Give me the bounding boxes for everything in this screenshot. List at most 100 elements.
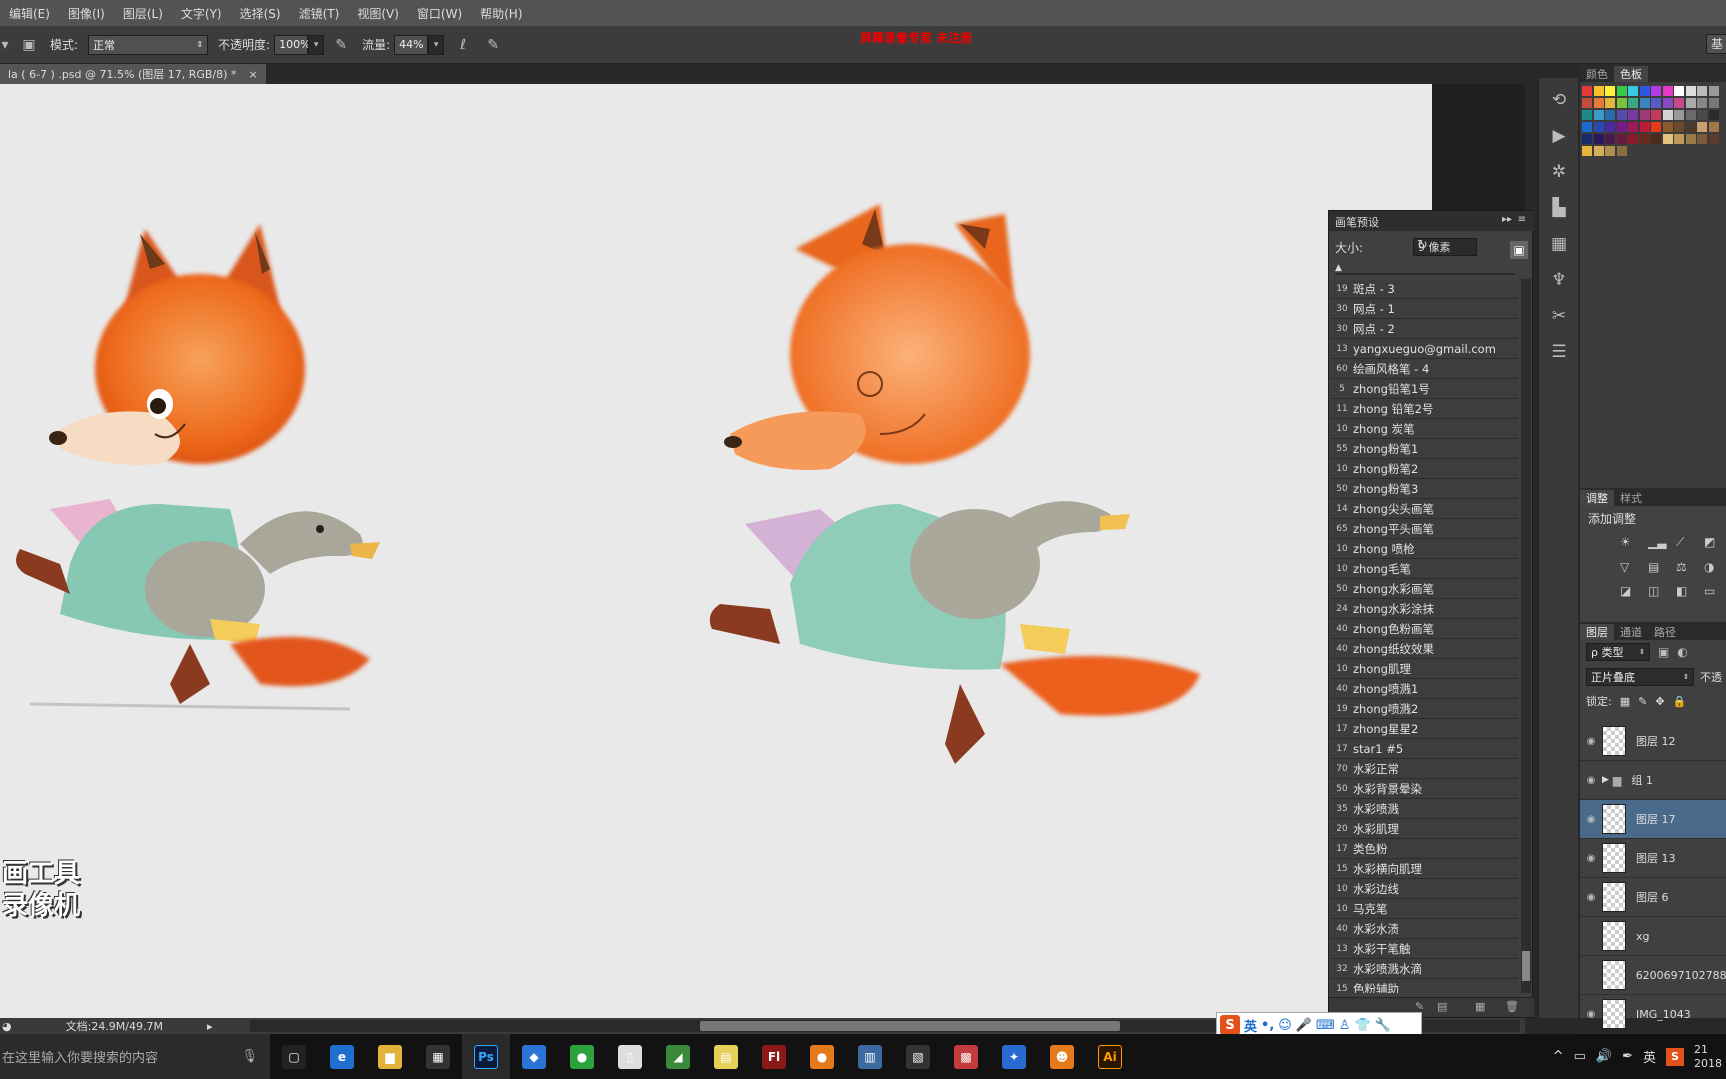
taskbar-app[interactable]: Ai xyxy=(1086,1034,1134,1079)
ime-toolbox-icon[interactable]: ♙ xyxy=(1339,1018,1351,1033)
document-tab[interactable]: la ( 6-7 ) .psd @ 71.5% (图层 17, RGB/8) *… xyxy=(0,64,266,84)
taskbar-app[interactable]: Ps xyxy=(462,1034,510,1079)
brush-preset-item[interactable]: 40 水彩水渍 xyxy=(1331,919,1519,939)
voice-input-icon[interactable]: 🎤 xyxy=(1296,1018,1312,1033)
color-swatch[interactable] xyxy=(1685,98,1696,108)
levels-icon[interactable]: ▁▃ xyxy=(1648,535,1672,550)
layer-row[interactable]: ◉ ▶ ▆ 组 1 xyxy=(1580,761,1726,800)
skin-icon[interactable]: 👕 xyxy=(1354,1018,1370,1033)
color-swatch[interactable] xyxy=(1605,122,1615,132)
brush-preset-item[interactable]: 40 zhong喷溅1 xyxy=(1331,679,1519,699)
flow-dropdown-icon[interactable]: ▾ xyxy=(428,34,445,55)
tab-paths[interactable]: 路径 xyxy=(1648,624,1682,640)
zoom-icon[interactable]: ◕ xyxy=(2,1020,12,1033)
brush-preset-item[interactable]: 40 zhong色粉画笔 xyxy=(1331,619,1519,639)
brush-preset-item[interactable]: 10 zhong肌理 xyxy=(1331,659,1519,679)
blend-mode-select[interactable]: 正常 ⇕ xyxy=(88,34,209,55)
brush-preset-item[interactable]: 17 类色粉 xyxy=(1331,839,1519,859)
taskbar-app[interactable]: ● xyxy=(558,1034,606,1079)
color-swatch[interactable] xyxy=(1582,110,1592,120)
color-swatch[interactable] xyxy=(1697,134,1707,144)
color-swatch[interactable] xyxy=(1674,110,1684,120)
brush-preset-item[interactable]: 10 水彩边线 xyxy=(1331,879,1519,899)
color-swatch[interactable] xyxy=(1605,110,1615,120)
color-swatch[interactable] xyxy=(1697,122,1707,132)
color-swatch[interactable] xyxy=(1628,134,1638,144)
color-swatch[interactable] xyxy=(1662,134,1673,144)
sogou-tray-icon[interactable]: S xyxy=(1666,1047,1684,1066)
brush-preset-item[interactable]: 50 zhong水彩画笔 xyxy=(1331,579,1519,599)
brush-preset-item[interactable]: 13 水彩干笔触 xyxy=(1331,939,1519,959)
brush-preset-item[interactable]: 5 zhong铅笔1号 xyxy=(1331,379,1519,399)
threshold-icon[interactable]: ◧ xyxy=(1676,584,1700,598)
ime-language-toggle[interactable]: 英 xyxy=(1244,1016,1257,1035)
brush-preset-item[interactable]: 35 水彩喷溅 xyxy=(1331,799,1519,819)
network-icon[interactable]: ▭ xyxy=(1574,1049,1586,1064)
menu-item[interactable]: 图像(I) xyxy=(59,5,114,22)
layer-filter-select[interactable]: ρ 类型 ⇕ xyxy=(1586,643,1650,661)
taskbar-app[interactable]: e xyxy=(318,1034,366,1079)
brush-preset-item[interactable]: 10 zhong 喷枪 xyxy=(1331,539,1519,559)
panel-collapse-icon[interactable]: ▸▸ xyxy=(1502,214,1512,225)
taskbar-app[interactable]: ▩ xyxy=(942,1034,990,1079)
properties-icon[interactable]: ☰ xyxy=(1544,338,1574,366)
color-swatch[interactable] xyxy=(1685,134,1696,144)
color-swatch[interactable] xyxy=(1605,146,1615,156)
color-swatch[interactable] xyxy=(1674,98,1684,108)
brush-preset-item[interactable]: 50 zhong粉笔3 xyxy=(1331,479,1519,499)
canvas[interactable] xyxy=(0,84,1432,1018)
actions-play-icon[interactable]: ▶ xyxy=(1544,122,1574,150)
brush-preset-item[interactable]: 17 zhong星星2 xyxy=(1331,719,1519,739)
color-swatch[interactable] xyxy=(1685,122,1696,132)
color-swatch[interactable] xyxy=(1639,110,1650,120)
brush-preset-item[interactable]: 65 zhong平头画笔 xyxy=(1331,519,1519,539)
lock-transparent-icon[interactable]: ▦ xyxy=(1620,695,1630,708)
color-swatch[interactable] xyxy=(1593,134,1604,144)
tool-presets-icon[interactable]: ✂ xyxy=(1544,302,1574,330)
brush-preset-item[interactable]: 32 水彩喷溅水滴 xyxy=(1331,959,1519,979)
visibility-eye-icon[interactable]: ◉ xyxy=(1580,775,1602,786)
volume-icon[interactable]: 🔊 xyxy=(1596,1049,1612,1064)
color-swatch[interactable] xyxy=(1662,110,1673,120)
brush-preset-item[interactable]: 10 zhong粉笔2 xyxy=(1331,459,1519,479)
tab-layers[interactable]: 图层 xyxy=(1580,624,1614,640)
taskbar-app[interactable]: ✦ xyxy=(990,1034,1038,1079)
color-swatch[interactable] xyxy=(1616,122,1627,132)
color-swatch[interactable] xyxy=(1674,86,1684,96)
brush-preset-item[interactable]: 10 zhong毛笔 xyxy=(1331,559,1519,579)
menu-item[interactable]: 图层(L) xyxy=(114,5,172,22)
taskbar-app[interactable]: Fl xyxy=(750,1034,798,1079)
color-swatch[interactable] xyxy=(1628,86,1638,96)
opacity-input[interactable]: 100% xyxy=(274,34,311,55)
taskbar-app[interactable]: ▆ xyxy=(366,1034,414,1079)
color-swatch[interactable] xyxy=(1593,110,1604,120)
color-swatch[interactable] xyxy=(1708,122,1719,132)
color-swatch[interactable] xyxy=(1662,86,1673,96)
color-swatch[interactable] xyxy=(1674,134,1684,144)
color-swatch[interactable] xyxy=(1662,98,1673,108)
color-swatch[interactable] xyxy=(1628,98,1638,108)
airbrush-icon[interactable]: ℓ xyxy=(452,34,474,56)
ime-settings-icon[interactable]: 🔧 xyxy=(1375,1018,1391,1033)
gradient-map-icon[interactable]: ▭ xyxy=(1704,584,1726,598)
brush-preset-item[interactable]: 30 网点 - 1 xyxy=(1331,299,1519,319)
color-swatch[interactable] xyxy=(1639,122,1650,132)
color-swatch[interactable] xyxy=(1616,134,1627,144)
color-swatch[interactable] xyxy=(1697,86,1707,96)
posterize-icon[interactable]: ◫ xyxy=(1648,584,1672,598)
brush-preset-item[interactable]: 24 zhong水彩涂抹 xyxy=(1331,599,1519,619)
brush-preset-item[interactable]: 20 水彩肌理 xyxy=(1331,819,1519,839)
brush-preset-toggle-icon[interactable]: ▣ xyxy=(18,34,40,56)
brush-preset-item[interactable]: 60 绘画风格笔 - 4 xyxy=(1331,359,1519,379)
layer-row[interactable]: ◉ 图层 13 xyxy=(1580,839,1726,878)
brush-preset-item[interactable]: 14 zhong尖头画笔 xyxy=(1331,499,1519,519)
brush-preset-item[interactable]: 10 zhong 炭笔 xyxy=(1331,419,1519,439)
color-swatch[interactable] xyxy=(1593,146,1604,156)
color-swatch[interactable] xyxy=(1593,86,1604,96)
panel-menu-icon[interactable]: ≡ xyxy=(1518,214,1526,225)
visibility-eye-icon[interactable]: ◉ xyxy=(1580,892,1602,903)
color-swatch[interactable] xyxy=(1593,98,1604,108)
brush-preset-item[interactable]: 19 zhong喷溅2 xyxy=(1331,699,1519,719)
layer-row[interactable]: ◉ 图层 17 xyxy=(1580,800,1726,839)
menu-item[interactable]: 滤镜(T) xyxy=(290,5,349,22)
